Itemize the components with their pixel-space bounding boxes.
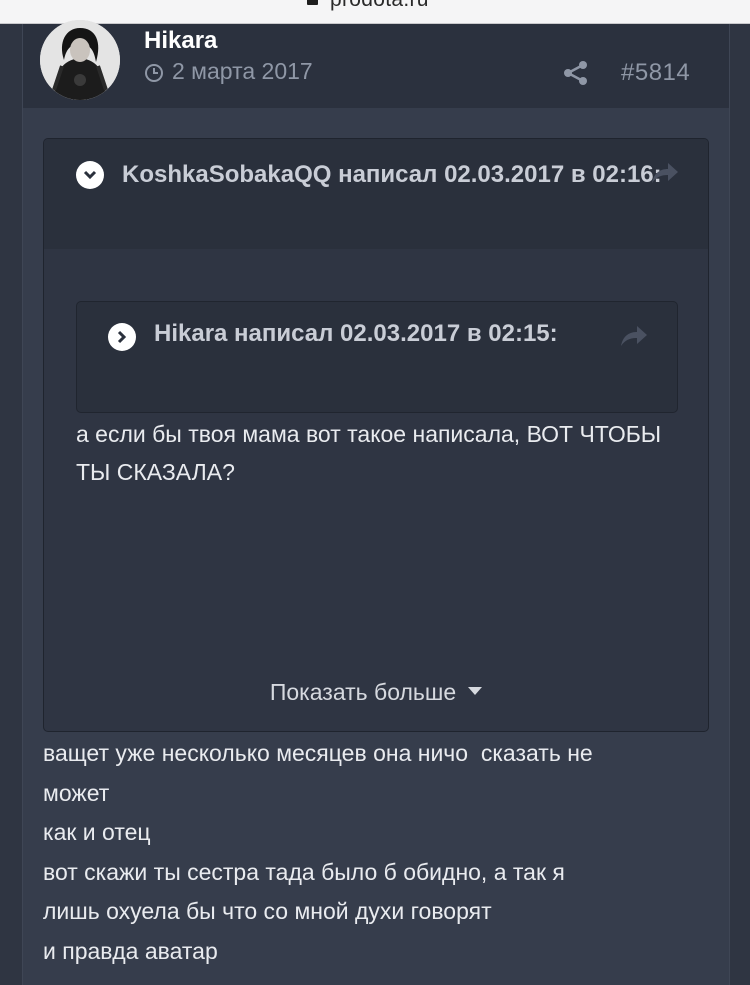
reply-arrow-icon[interactable]: [650, 161, 680, 185]
quote-title: KoshkaSobakaQQ написал 02.03.2017 в 02:1…: [122, 161, 662, 188]
post-body-line: лишь охуела бы что со мной духи говорят: [43, 898, 492, 924]
post-date-text: 2 марта 2017: [172, 58, 313, 84]
url-text: prodota.ru: [330, 0, 429, 12]
nested-quote-block: Hikara написал 02.03.2017 в 02:15:: [76, 301, 678, 413]
lock-icon: [307, 0, 318, 5]
reply-arrow-icon[interactable]: [619, 324, 649, 348]
avatar[interactable]: [40, 20, 120, 100]
post-body-line: как и отец: [43, 819, 151, 845]
clock-icon: [144, 62, 164, 82]
post-body-line: и правда аватар: [43, 937, 218, 964]
post-date: 2 марта 2017: [144, 58, 313, 85]
post-header: Hikara 2 марта 2017 #5814: [23, 20, 729, 108]
forum-post: Hikara 2 марта 2017 #5814 KoshkaSobakaQQ…: [22, 20, 730, 985]
post-body-line: ващет уже несколько месяцев она ничо ска…: [43, 740, 593, 766]
page-margin-right: [728, 24, 750, 985]
quote-block: KoshkaSobakaQQ написал 02.03.2017 в 02:1…: [43, 138, 709, 732]
page-margin-left: [0, 24, 22, 985]
caret-down-icon: [468, 686, 483, 695]
show-more-label: Показать больше: [269, 679, 457, 705]
post-body-line: может: [43, 779, 110, 806]
post-author[interactable]: Hikara: [144, 27, 217, 55]
quote-text: а если бы твоя мама вот такое написала, …: [76, 421, 662, 485]
nested-quote-title: Hikara написал 02.03.2017 в 02:15:: [154, 320, 558, 347]
post-body: ващет уже несколько месяцев она ничо ска…: [43, 734, 713, 971]
post-number-link[interactable]: #5814: [621, 59, 690, 87]
show-more-button[interactable]: Показать больше: [44, 679, 708, 706]
share-icon[interactable]: [563, 60, 589, 86]
post-body-line: вот скажи ты сестра тада было б обидно, …: [43, 858, 565, 885]
browser-address-bar[interactable]: prodota.ru: [0, 0, 750, 24]
